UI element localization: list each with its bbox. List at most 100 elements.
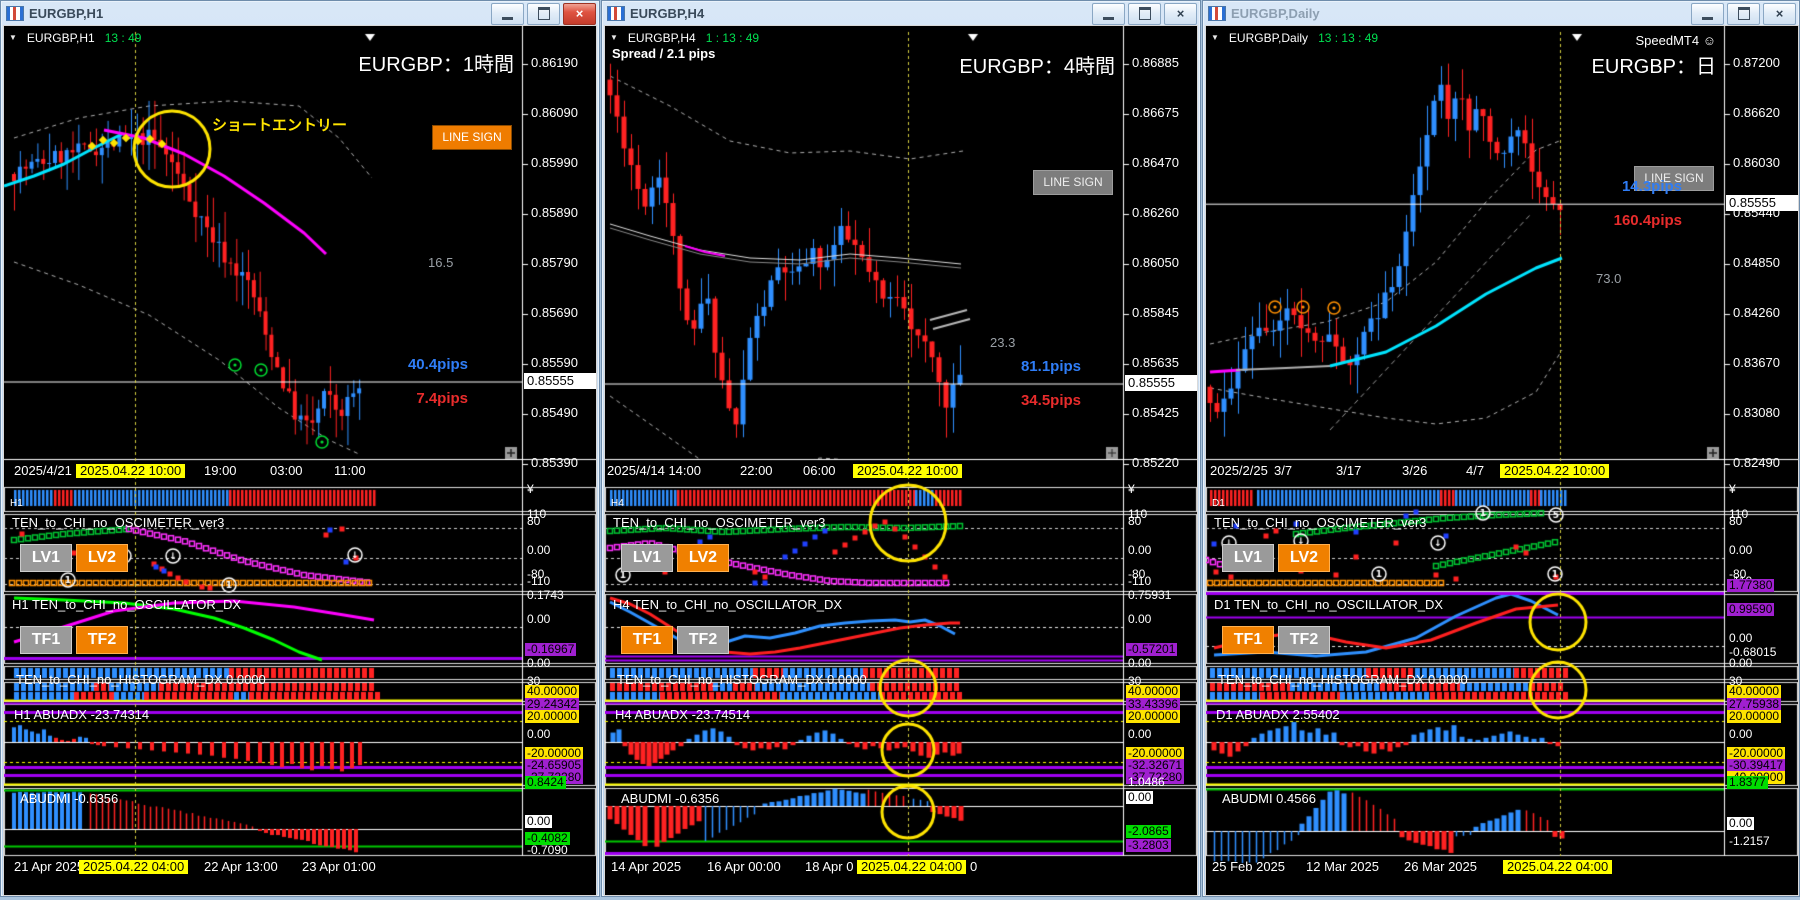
window-titlebar-0[interactable]: EURGBP,H1 × (1, 1, 599, 25)
time-axis-label: 2025/2/25 (1210, 463, 1268, 478)
timeframe-watermark: EURGBP：日 (1591, 56, 1716, 78)
indicator-scale-label: 0.00 (1128, 727, 1152, 741)
time-axis-label: 2025.04.22 10:00 (1500, 463, 1610, 479)
close-button[interactable]: × (563, 2, 596, 25)
price-tick-label: 0.85845 (1132, 305, 1179, 320)
price-tick-label: 0.87200 (1733, 55, 1780, 70)
lv1-button[interactable]: LV1 (1222, 544, 1274, 572)
chart-window-1: EURGBP,H4 × ▼ EURGBP,H4 1 : 13 : 49 Spre… (601, 0, 1201, 897)
restore-button[interactable] (1727, 2, 1760, 25)
bottom-axis-label: 23 Apr 01:00 (302, 859, 376, 874)
oscillator-label: H1 TEN_to_CHI_no_OSCILLATOR_DX (12, 597, 242, 612)
bottom-axis-label: 16 Apr 00:00 (707, 859, 781, 874)
minimize-button[interactable] (1691, 2, 1724, 25)
price-tick-label: 0.86090 (531, 105, 578, 120)
indicator-scale-label: 20.00000 (1727, 709, 1782, 724)
pips-above-label: 40.4pips (407, 355, 468, 373)
chart-canvas-0[interactable] (4, 26, 596, 893)
tf1-button[interactable]: TF1 (1222, 626, 1274, 654)
line-sign-button[interactable]: LINE SIGN (1033, 170, 1113, 195)
price-tick-label: 0.86260 (1132, 205, 1179, 220)
indicator-scale-label: -110 (527, 574, 551, 588)
chevron-down-icon[interactable]: ▼ (610, 33, 618, 43)
bottom-axis-label: 2025.04.22 04:00 (79, 859, 189, 875)
window-controls: × (1691, 2, 1796, 25)
close-icon: × (1775, 6, 1784, 21)
indicator-scale-label: 0.00 (1729, 656, 1753, 670)
price-tick-label: 0.85490 (531, 405, 578, 420)
tf2-button[interactable]: TF2 (1278, 626, 1330, 654)
timeframe-watermark: EURGBP：1時間 (358, 54, 514, 76)
indicator-scale-label: -2.0865 (1126, 824, 1171, 839)
close-icon: × (1176, 6, 1185, 21)
chart-canvas-2[interactable] (1206, 26, 1798, 893)
bottom-axis-label: 2025.04.22 04:00 (857, 859, 967, 875)
indicator-scale-label: -0.57201 (1126, 642, 1178, 657)
chevron-down-icon[interactable]: ▼ (9, 33, 17, 43)
price-tick-label: 0.86675 (1132, 105, 1179, 120)
lv1-button[interactable]: LV1 (621, 544, 673, 572)
price-tick-label: 0.86190 (531, 55, 578, 70)
indicator-scale-label: 0.00 (1128, 656, 1152, 670)
lv1-button[interactable]: LV1 (20, 544, 72, 572)
line-sign-button[interactable]: LINE SIGN (432, 125, 512, 150)
oscillator-label: H4 TEN_to_CHI_no_OSCILLATOR_DX (613, 597, 843, 612)
symbol-label: EURGBP,H4 (627, 31, 696, 45)
indicator-scale-label: 20.00000 (525, 709, 580, 724)
indicator-scale-label: 1.0486 (1128, 775, 1165, 789)
indicator-scale-label: 0.00 (1729, 543, 1753, 557)
pips-above-label: 81.1pips (1020, 357, 1081, 375)
time-axis-label: 3/7 (1274, 463, 1293, 478)
gray-value-label: 23.3 (990, 335, 1016, 350)
gray-value-label: 73.0 (1596, 271, 1622, 286)
price-tick-label: 0.85690 (531, 305, 578, 320)
symbol-label: EURGBP,H1 (26, 31, 95, 45)
window-titlebar-2[interactable]: EURGBP,Daily × (1203, 1, 1799, 25)
minimize-button[interactable] (491, 2, 524, 25)
timeframe-watermark: EURGBP：4時間 (959, 56, 1115, 78)
tf2-button[interactable]: TF2 (677, 626, 729, 654)
pips-below-label: 7.4pips (416, 389, 468, 407)
minimize-button[interactable] (1092, 2, 1125, 25)
tf2-button[interactable]: TF2 (76, 626, 128, 654)
close-button[interactable]: × (1763, 2, 1796, 25)
time-axis-label: 2025.04.22 10:00 (853, 463, 963, 479)
ribbon-tag: D1 (1212, 498, 1225, 509)
indicator-scale-label: -3.2803 (1126, 838, 1171, 853)
indicator-scale-label: 0.00 (1126, 790, 1154, 805)
abuadx-label: D1 ABUADX 2.55402 (1216, 707, 1340, 722)
symbol-row: ▼ EURGBP,Daily 13 : 13 : 49 (1211, 31, 1378, 45)
histogram-label: TEN_to_CHI_no_HISTOGRAM_DX 0.0000 (1218, 672, 1468, 687)
tf1-button[interactable]: TF1 (20, 626, 72, 654)
oscimeter-label: TEN_to_CHI_no_OSCIMETER_ver3 (12, 515, 225, 530)
lv2-button[interactable]: LV2 (677, 544, 729, 572)
tf1-button[interactable]: TF1 (621, 626, 673, 654)
chart-content-0: ▼ EURGBP,H1 13 : 49 EURGBP：1時間 LINE SIGN… (3, 25, 597, 896)
restore-button[interactable] (527, 2, 560, 25)
price-tick-label: 0.85390 (531, 455, 578, 470)
indicator-scale-label: 0.75931 (1128, 588, 1172, 602)
window-titlebar-1[interactable]: EURGBP,H4 × (602, 1, 1200, 25)
price-tick-label: 0.86470 (1132, 155, 1179, 170)
bottom-axis-label: 22 Apr 13:00 (204, 859, 278, 874)
window-title: EURGBP,Daily (1231, 6, 1320, 21)
indicator-scale-label: 0.00 (1729, 631, 1753, 645)
indicator-scale-label: ¥ (1128, 482, 1135, 496)
lv2-button[interactable]: LV2 (76, 544, 128, 572)
indicator-scale-label: 0.00 (1128, 612, 1152, 626)
chart-canvas-1[interactable] (605, 26, 1197, 893)
current-price-tag: 0.85555 (1125, 374, 1197, 391)
close-button[interactable]: × (1164, 2, 1197, 25)
indicator-scale-label: 20.00000 (1126, 709, 1181, 724)
restore-icon (1138, 7, 1151, 20)
indicator-scale-label: -1.2157 (1729, 834, 1770, 848)
lv2-button[interactable]: LV2 (1278, 544, 1330, 572)
oscillator-label: D1 TEN_to_CHI_no_OSCILLATOR_DX (1214, 597, 1444, 612)
chevron-down-icon[interactable]: ▼ (1211, 33, 1219, 43)
symbol-row: ▼ EURGBP,H1 13 : 49 (9, 31, 141, 45)
indicator-scale-label: -0.7090 (527, 843, 568, 857)
price-tick-label: 0.86030 (1733, 155, 1780, 170)
restore-button[interactable] (1128, 2, 1161, 25)
indicator-scale-label: 0.00 (525, 814, 553, 829)
indicator-scale-label: 0.00 (527, 543, 551, 557)
